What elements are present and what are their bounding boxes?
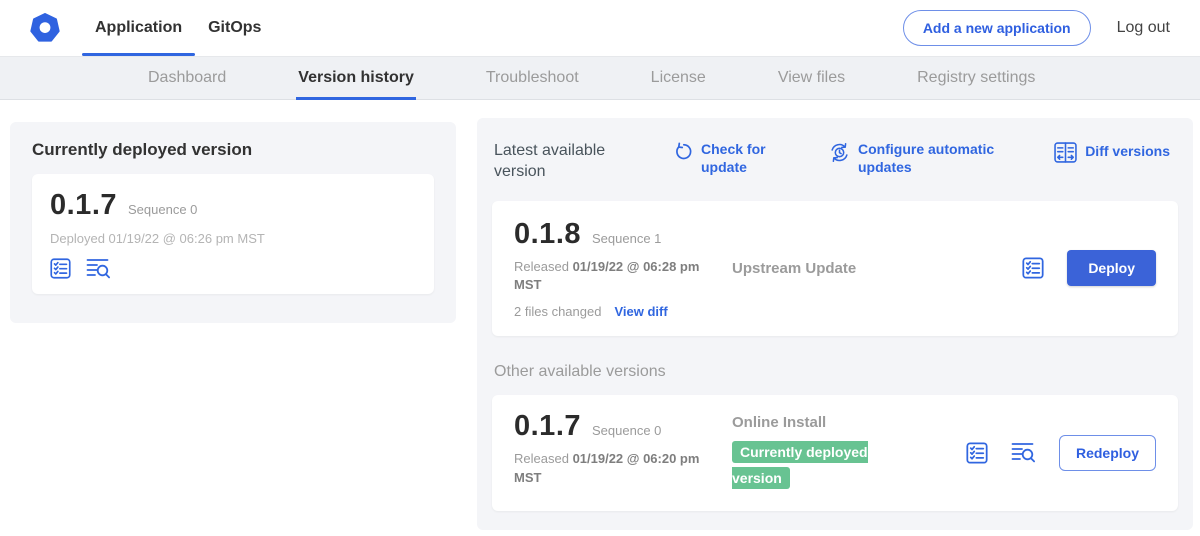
deployed-timestamp: Deployed 01/19/22 @ 06:26 pm MST	[50, 231, 416, 246]
add-new-application-button[interactable]: Add a new application	[903, 10, 1091, 46]
active-tab-underline	[82, 53, 195, 56]
currently-deployed-panel: Currently deployed version 0.1.7 Sequenc…	[10, 122, 456, 323]
other-source-label: Online Install	[732, 414, 902, 431]
files-changed-count: 2 files changed	[514, 304, 601, 319]
refresh-icon	[674, 142, 693, 161]
subnav-dashboard[interactable]: Dashboard	[146, 57, 228, 99]
diff-icon	[1054, 142, 1077, 163]
check-for-update-link[interactable]: Check for update	[674, 141, 773, 176]
tab-gitops[interactable]: GitOps	[195, 0, 274, 56]
deploy-logs-icon[interactable]	[86, 258, 111, 280]
tab-application[interactable]: Application	[82, 0, 195, 56]
other-version-card: 0.1.7 Sequence 0 Released 01/19/22 @ 06:…	[492, 395, 1178, 511]
other-card-controls: Redeploy	[966, 435, 1156, 471]
other-released-timestamp: Released 01/19/22 @ 06:20 pm MST	[514, 450, 700, 488]
subnav-troubleshoot[interactable]: Troubleshoot	[484, 57, 581, 99]
files-changed-row: 2 files changed View diff	[514, 304, 714, 319]
deploy-logs-icon[interactable]	[1011, 442, 1036, 464]
other-sequence: Sequence 0	[592, 423, 661, 438]
tab-application-label: Application	[95, 19, 182, 37]
latest-version-info: 0.1.8 Sequence 1 Released 01/19/22 @ 06:…	[514, 218, 714, 320]
subnav-view-files[interactable]: View files	[776, 57, 847, 99]
config-checklist-icon[interactable]	[1022, 257, 1044, 279]
tab-gitops-label: GitOps	[208, 19, 261, 37]
latest-version-card: 0.1.8 Sequence 1 Released 01/19/22 @ 06:…	[492, 201, 1178, 337]
app-subnav: Dashboard Version history Troubleshoot L…	[0, 56, 1200, 100]
latest-sequence: Sequence 1	[592, 231, 661, 246]
deploy-button[interactable]: Deploy	[1067, 250, 1156, 286]
latest-available-title: Latest available version	[494, 141, 620, 183]
subnav-version-history[interactable]: Version history	[296, 57, 416, 99]
redeploy-button[interactable]: Redeploy	[1059, 435, 1156, 471]
app-header: Application GitOps Add a new application…	[0, 0, 1200, 56]
currently-deployed-badge: Currently deployed version	[732, 441, 868, 489]
deployed-version-card: 0.1.7 Sequence 0 Deployed 01/19/22 @ 06:…	[32, 174, 434, 294]
kots-logo-icon	[30, 13, 60, 43]
view-diff-link[interactable]: View diff	[614, 304, 667, 319]
configure-automatic-updates-link[interactable]: Configure automatic updates	[829, 141, 1010, 176]
main-tabs: Application GitOps	[82, 0, 274, 56]
clock-refresh-icon	[829, 142, 850, 163]
main-content: Currently deployed version 0.1.7 Sequenc…	[0, 100, 1200, 535]
currently-deployed-title: Currently deployed version	[32, 140, 434, 160]
subnav-registry-settings[interactable]: Registry settings	[915, 57, 1037, 99]
other-source-column: Online Install Currently deployed versio…	[732, 414, 902, 493]
header-right: Add a new application Log out	[903, 10, 1200, 46]
version-row: 0.1.7 Sequence 0	[50, 189, 416, 222]
other-version-info: 0.1.7 Sequence 0 Released 01/19/22 @ 06:…	[514, 410, 714, 488]
deployed-sequence: Sequence 0	[128, 202, 197, 217]
other-versions-heading: Other available versions	[494, 363, 1178, 381]
other-version-number: 0.1.7	[514, 410, 581, 443]
deployed-actions	[50, 258, 416, 280]
latest-panel-header: Latest available version Check for updat…	[494, 141, 1176, 183]
latest-version-number: 0.1.8	[514, 218, 581, 251]
subnav-license[interactable]: License	[649, 57, 708, 99]
config-checklist-icon[interactable]	[966, 442, 988, 464]
config-checklist-icon[interactable]	[50, 258, 71, 280]
deployed-version-number: 0.1.7	[50, 189, 117, 222]
latest-card-controls: Deploy	[1022, 250, 1156, 286]
diff-versions-link[interactable]: Diff versions	[1054, 141, 1170, 163]
latest-released-timestamp: Released 01/19/22 @ 06:28 pm MST	[514, 258, 700, 296]
logout-button[interactable]: Log out	[1117, 19, 1170, 37]
latest-available-panel: Latest available version Check for updat…	[477, 118, 1193, 530]
latest-source-label: Upstream Update	[732, 260, 856, 277]
